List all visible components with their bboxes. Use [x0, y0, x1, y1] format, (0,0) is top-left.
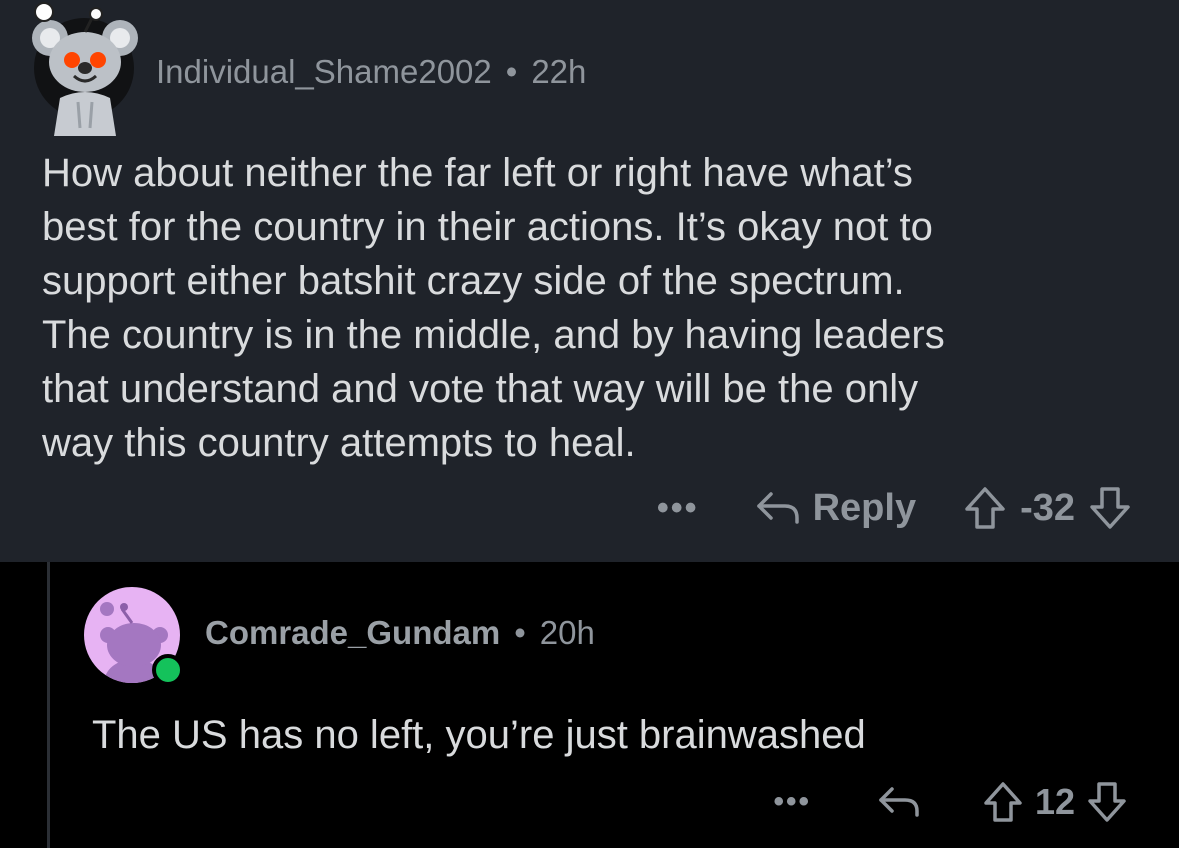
score: 12	[1034, 781, 1075, 822]
comment-parent: Individual_Shame2002 • 22h How about nei…	[0, 0, 1179, 562]
comment-meta: Individual_Shame2002 • 22h	[156, 52, 586, 92]
thread-line[interactable]	[47, 562, 50, 848]
upvote-icon[interactable]	[964, 486, 1006, 530]
comment-actions: ••• 12	[773, 778, 1127, 826]
koala-avatar-icon	[32, 2, 138, 136]
more-icon[interactable]: •••	[773, 785, 811, 819]
separator: •	[514, 614, 526, 651]
downvote-icon[interactable]	[1089, 486, 1131, 530]
username[interactable]: Comrade_Gundam	[205, 614, 500, 652]
reply-icon	[879, 787, 919, 817]
avatar[interactable]	[32, 2, 138, 136]
comment-body: How about neither the far left or right …	[42, 151, 945, 465]
online-status-icon	[152, 654, 184, 686]
upvote-icon[interactable]	[983, 781, 1023, 823]
comment-thread: Individual_Shame2002 • 22h How about nei…	[0, 0, 1179, 848]
more-icon[interactable]: •••	[657, 489, 699, 528]
comment-body: The US has no left, you’re just brainwas…	[92, 713, 866, 757]
timestamp: 20h	[539, 614, 595, 651]
score: -32	[1020, 486, 1075, 529]
comment-meta: Comrade_Gundam • 20h	[205, 613, 595, 653]
downvote-icon[interactable]	[1087, 781, 1127, 823]
reply-button[interactable]	[877, 785, 921, 819]
reply-button[interactable]: Reply	[755, 487, 916, 530]
username[interactable]: Individual_Shame2002	[156, 53, 492, 91]
separator: •	[505, 53, 518, 90]
reply-icon	[756, 492, 799, 524]
timestamp: 22h	[531, 53, 587, 90]
reply-label: Reply	[812, 486, 917, 529]
comment-actions: ••• Reply -32	[657, 482, 1131, 534]
